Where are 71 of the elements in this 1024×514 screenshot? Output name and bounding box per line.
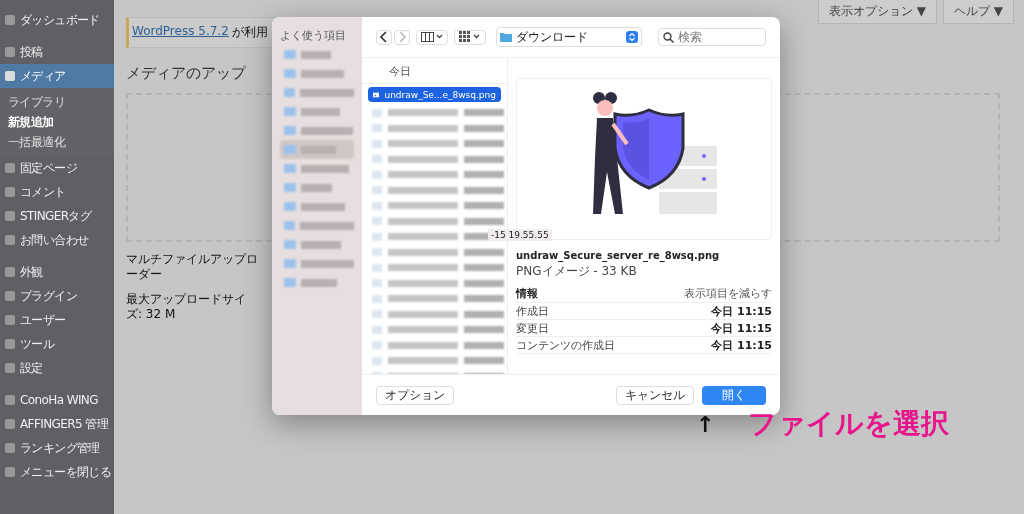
submenu-item[interactable]: 一括最適化 [0, 132, 114, 152]
date-tooltip: -15 19.55.55 [488, 229, 552, 241]
sidebar-item[interactable]: ツール [0, 332, 114, 356]
page-title: メディアのアップ [126, 64, 246, 83]
notice-text: が利用 [231, 24, 268, 41]
sidebar-item[interactable]: 固定ページ [0, 156, 114, 180]
show-less-link[interactable]: 表示項目を減らす [684, 286, 772, 301]
search-field[interactable]: 検索 [658, 28, 766, 46]
sidebar-item[interactable]: ConoHa WING [0, 388, 114, 412]
dialog-button[interactable]: キャンセル [616, 385, 694, 405]
search-icon [663, 32, 674, 43]
uploader-note: マルチファイルアップローダー [126, 252, 259, 282]
sidebar-item[interactable]: ユーザー [0, 308, 114, 332]
menu-icon [5, 187, 15, 197]
screen-option-button[interactable]: 表示オプション ▼ [817, 0, 937, 24]
sidebar-item[interactable]: ダッシュボード [0, 8, 114, 32]
info-heading: 情報 [516, 286, 538, 301]
sidebar-item[interactable]: 外観 [0, 260, 114, 284]
info-value: 今日 11:15 [711, 337, 772, 353]
sidebar-item[interactable]: ランキング管理 [0, 436, 114, 460]
favorites-heading: よく使う項目 [280, 28, 347, 43]
group-button[interactable] [454, 29, 486, 45]
menu-icon [5, 211, 15, 221]
update-link[interactable]: WordPress 5.7.2 [132, 24, 229, 41]
list-header: 今日 [362, 58, 507, 84]
info-label: コンテンツの作成日 [516, 337, 615, 353]
menu-icon [5, 71, 15, 81]
annotation-arrow: ↑ [696, 411, 715, 437]
menu-icon [5, 395, 15, 405]
menu-icon [5, 467, 15, 477]
sidebar-item[interactable]: 投稿 [0, 40, 114, 64]
file-type-text: PNGイメージ - 33 KB [516, 263, 638, 280]
folder-icon [500, 32, 512, 42]
sidebar-item[interactable]: STINGERタグ [0, 204, 114, 228]
info-value: 今日 11:15 [711, 320, 772, 336]
menu-icon [5, 47, 15, 57]
screen-option-button[interactable]: ヘルプ ▼ [942, 0, 1014, 24]
sidebar-item[interactable]: AFFINGER5 管理 [0, 412, 114, 436]
sidebar-item[interactable]: メディア [0, 64, 114, 88]
preview-file-name: undraw_Secure_server_re_8wsq.png [516, 250, 721, 261]
dialog-button[interactable]: 開く [702, 385, 766, 405]
image-file-icon [373, 90, 380, 99]
menu-icon [5, 15, 15, 25]
stepper-icon [626, 31, 638, 43]
info-value: 今日 11:15 [711, 303, 772, 319]
sidebar-item[interactable]: メニューを閉じる [0, 460, 114, 484]
menu-icon [5, 443, 15, 453]
annotation-text: ファイルを選択 [748, 406, 950, 442]
view-columns-button[interactable] [416, 29, 448, 45]
menu-icon [5, 267, 15, 277]
max-size-text: 最大アップロードサイズ: 32 M [126, 292, 247, 322]
location-popup[interactable]: ダウンロード [496, 27, 642, 47]
back-button[interactable] [376, 29, 392, 45]
submenu-item[interactable]: 新規追加 [0, 112, 114, 132]
blurred-item[interactable] [280, 140, 354, 159]
menu-icon [5, 291, 15, 301]
sidebar-item[interactable]: 設定 [0, 356, 114, 380]
sidebar-item[interactable]: コメント [0, 180, 114, 204]
info-label: 変更日 [516, 320, 549, 336]
submenu-item[interactable]: ライブラリ [0, 92, 114, 112]
menu-icon [5, 163, 15, 173]
dialog-button[interactable]: オプション [376, 385, 454, 405]
menu-icon [5, 339, 15, 349]
menu-icon [5, 363, 15, 373]
sidebar-item[interactable]: プラグイン [0, 284, 114, 308]
menu-icon [5, 315, 15, 325]
sidebar-item[interactable]: お問い合わせ [0, 228, 114, 252]
menu-icon [5, 419, 15, 429]
file-row[interactable]: undraw_Se...e_8wsq.png [368, 87, 501, 102]
menu-icon [5, 235, 15, 245]
info-label: 作成日 [516, 303, 549, 319]
